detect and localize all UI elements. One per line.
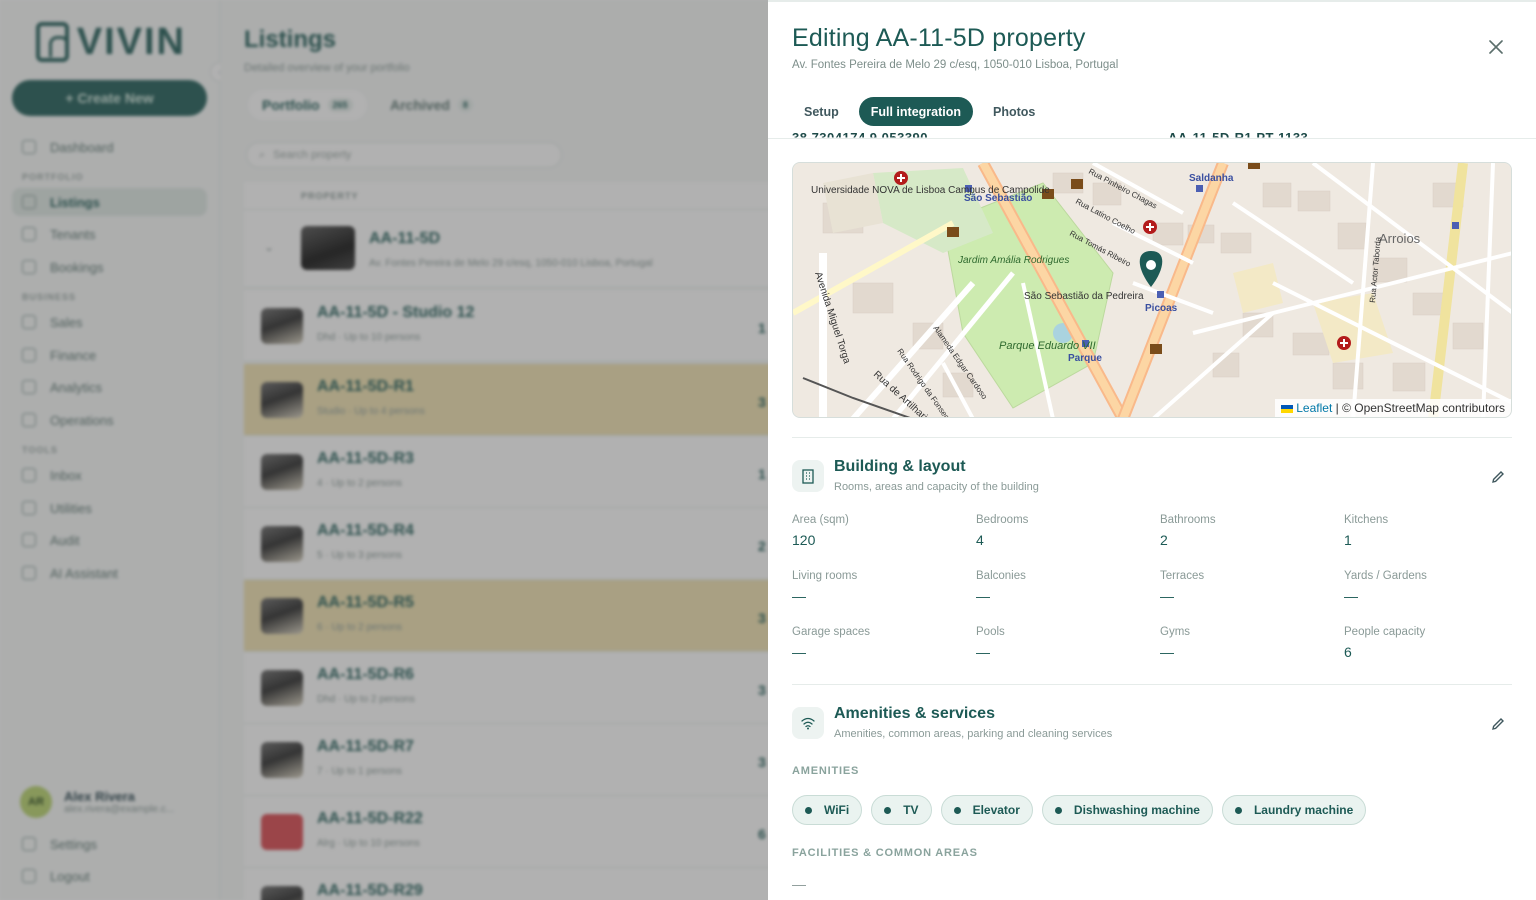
wifi-icon: [792, 707, 824, 739]
building-icon: [792, 460, 824, 492]
map-label: Parque: [1068, 353, 1102, 364]
stat-area: Area (sqm) 120: [792, 514, 849, 548]
amenity-chip-elevator: Elevator: [940, 795, 1033, 825]
map-label: São Sebastião: [964, 193, 1032, 204]
stat-people-capacity: People capacity 6: [1344, 626, 1426, 660]
facilities-value: —: [792, 876, 806, 892]
tabs-divider: [768, 138, 1536, 139]
amenity-chip-dishwasher: Dishwashing machine: [1041, 795, 1213, 825]
stat-terraces: Terraces —: [1160, 570, 1205, 604]
map-label: Arroios: [1379, 231, 1421, 246]
map-attribution: Leaflet | © OpenStreetMap contributors: [1275, 399, 1511, 417]
drawer-title: Editing AA-11-5D property: [792, 24, 1086, 52]
map-label: Parque Eduardo VII: [999, 340, 1096, 352]
edit-property-drawer: Editing AA-11-5D property Av. Fontes Per…: [768, 0, 1536, 900]
location-map[interactable]: Universidade NOVA de Lisboa Campus de Ca…: [792, 162, 1512, 418]
building-section-subtitle: Rooms, areas and capacity of the buildin…: [834, 481, 1039, 493]
edit-building-button[interactable]: [1488, 467, 1508, 487]
tab-full-integration[interactable]: Full integration: [858, 97, 974, 126]
section-divider: [792, 684, 1512, 685]
pencil-icon: [1492, 471, 1504, 483]
building-section-title: Building & layout: [834, 458, 966, 475]
drawer-tabs: Setup Full integration Photos: [792, 97, 1047, 126]
stat-balconies: Balconies —: [976, 570, 1026, 604]
map-label: Picoas: [1145, 303, 1178, 314]
map-label: Jardim Amália Rodrigues: [957, 255, 1069, 266]
close-icon: [1489, 40, 1503, 54]
leaflet-link[interactable]: Leaflet: [1296, 401, 1332, 415]
facilities-label: FACILITIES & COMMON AREAS: [792, 847, 978, 859]
stat-gyms: Gyms —: [1160, 626, 1191, 660]
close-button[interactable]: [1485, 36, 1507, 58]
modal-backdrop[interactable]: [0, 0, 768, 900]
amenity-chip-tv: TV: [871, 795, 932, 825]
drawer-address: Av. Fontes Pereira de Melo 29 c/esq, 105…: [792, 59, 1119, 71]
tab-photos[interactable]: Photos: [981, 97, 1047, 126]
stat-bedrooms: Bedrooms 4: [976, 514, 1029, 548]
map-label: São Sebastião da Pedreira: [1024, 291, 1144, 302]
stat-garage-spaces: Garage spaces —: [792, 626, 870, 660]
map-tiles: Universidade NOVA de Lisboa Campus de Ca…: [793, 163, 1511, 417]
amenities-section-title: Amenities & services: [834, 705, 995, 722]
amenities-section-subtitle: Amenities, common areas, parking and cle…: [834, 728, 1113, 740]
stat-kitchens: Kitchens 1: [1344, 514, 1389, 548]
tab-setup[interactable]: Setup: [792, 97, 851, 126]
map-label: Saldanha: [1189, 173, 1234, 184]
edit-amenities-button[interactable]: [1488, 714, 1508, 734]
stat-living-rooms: Living rooms —: [792, 570, 858, 604]
amenities-label: AMENITIES: [792, 765, 860, 777]
stat-yards-gardens: Yards / Gardens —: [1344, 570, 1427, 604]
amenity-chip-laundry: Laundry machine: [1221, 795, 1367, 825]
stat-bathrooms: Bathrooms 2: [1160, 514, 1216, 548]
section-divider: [792, 437, 1512, 438]
pencil-icon: [1492, 718, 1504, 730]
stat-pools: Pools —: [976, 626, 1005, 660]
amenity-chip-wifi: WiFi: [792, 795, 863, 825]
amenity-chips: WiFi TV Elevator Dishwashing machine Lau…: [792, 795, 1367, 825]
